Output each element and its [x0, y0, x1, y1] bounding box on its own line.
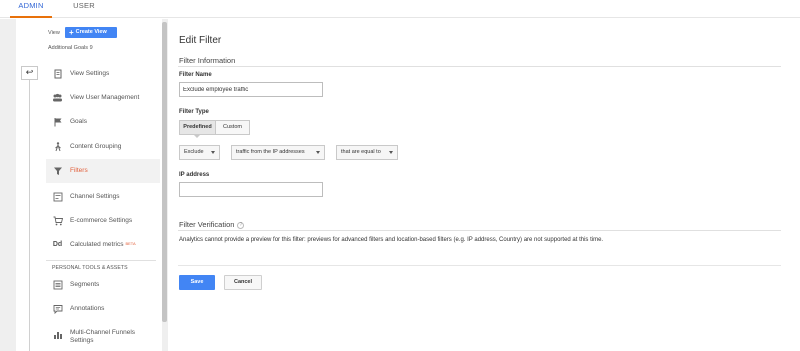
sidebar-item-label: Content Grouping [70, 143, 122, 150]
view-label: View [48, 30, 60, 36]
expression-dropdown[interactable]: that are equal to [336, 145, 398, 160]
personal-tools-heading: PERSONAL TOOLS & ASSETS [52, 265, 128, 271]
sidebar-item-ecommerce-settings[interactable]: E-commerce Settings [46, 209, 160, 233]
plus-icon: + [69, 28, 74, 37]
sidebar-item-label: Filters [70, 167, 88, 174]
cancel-button[interactable]: Cancel [224, 275, 262, 290]
sidebar-item-label: Multi-Channel Funnels Settings [70, 329, 136, 344]
tab-user[interactable]: USER [72, 0, 96, 18]
cart-icon [52, 216, 63, 226]
filter-name-input[interactable] [179, 82, 323, 97]
verification-divider [178, 230, 781, 231]
sidebar-item-label: Goals [70, 118, 87, 125]
save-button[interactable]: Save [179, 275, 215, 290]
filter-icon [52, 166, 63, 176]
sidebar-item-filters[interactable]: Filters [46, 159, 160, 183]
sidebar-item-label: View User Management [70, 94, 140, 101]
ip-address-label: IP address [179, 172, 210, 178]
actions-divider [178, 265, 781, 266]
sidebar-item-view-user-management[interactable]: View User Management [46, 86, 160, 110]
create-view-button[interactable]: + Create View [65, 27, 117, 38]
tab-admin[interactable]: ADMIN [10, 0, 52, 18]
source-dropdown-value: traffic from the IP addresses [236, 149, 305, 155]
sidebar-item-calculated-metrics[interactable]: Dd Calculated metrics BETA [46, 233, 160, 257]
person-walk-icon [52, 142, 63, 152]
sidebar-item-content-grouping[interactable]: Content Grouping [46, 135, 160, 159]
sidebar-item-annotations[interactable]: Annotations [46, 297, 160, 321]
nav-divider [46, 260, 156, 261]
document-icon [52, 69, 63, 79]
top-tabs: ADMIN USER [0, 0, 800, 18]
back-arrow-button[interactable]: ↩ [21, 66, 38, 80]
filter-name-label: Filter Name [179, 72, 212, 78]
chevron-down-icon [211, 151, 215, 154]
help-icon[interactable]: ? [237, 221, 245, 229]
sidebar-item-mcf-settings[interactable]: Multi-Channel Funnels Settings [46, 326, 160, 350]
people-icon [52, 93, 63, 103]
back-arrow-icon: ↩ [25, 67, 34, 77]
sidebar-scrollbar[interactable] [162, 22, 167, 322]
sidebar-item-label: View Settings [70, 70, 110, 77]
sidebar-item-label: Annotations [70, 305, 105, 312]
ip-address-input[interactable] [179, 182, 323, 197]
expression-dropdown-value: that are equal to [341, 149, 381, 155]
sidebar-item-view-settings[interactable]: View Settings [46, 62, 160, 86]
filter-information-heading: Filter Information [179, 56, 236, 65]
section-divider [178, 66, 781, 67]
chevron-down-icon [389, 151, 393, 154]
view-name: Additional Goals 9 [48, 45, 93, 51]
bar-chart-icon [52, 330, 63, 340]
filter-type-label: Filter Type [179, 109, 209, 115]
filter-verification-label: Filter Verification [179, 220, 235, 229]
exclude-dropdown-value: Exclude [184, 149, 204, 155]
source-dropdown[interactable]: traffic from the IP addresses [231, 145, 325, 160]
edit-filter-form: Edit Filter Filter Information Filter Na… [168, 19, 800, 351]
selected-caret [194, 135, 200, 138]
custom-button[interactable]: Custom [215, 120, 250, 135]
chevron-down-icon [316, 151, 320, 154]
dd-icon: Dd [52, 241, 63, 248]
sidebar-item-label: Channel Settings [70, 193, 120, 200]
flag-icon [52, 117, 63, 127]
beta-badge: BETA [125, 241, 136, 246]
sidebar-item-channel-settings[interactable]: Channel Settings [46, 185, 160, 209]
exclude-dropdown[interactable]: Exclude [179, 145, 220, 160]
create-view-label: Create View [75, 29, 107, 35]
sidebar-item-goals[interactable]: Goals [46, 110, 160, 134]
calculated-metrics-label: Calculated metrics [70, 241, 124, 248]
sidebar-item-segments[interactable]: Segments [46, 273, 160, 297]
sidebar-item-label: Calculated metrics BETA [70, 241, 136, 248]
segments-icon [52, 280, 63, 290]
page-title: Edit Filter [179, 35, 222, 46]
channel-icon [52, 192, 63, 202]
verification-message: Analytics cannot provide a preview for t… [179, 237, 604, 243]
sidebar-item-label: Segments [70, 281, 100, 288]
sidebar-item-label: E-commerce Settings [70, 217, 133, 224]
nav-guide-line [29, 80, 30, 351]
filter-verification-heading: Filter Verification? [179, 220, 245, 229]
predefined-button[interactable]: Predefined [179, 120, 216, 135]
annotation-icon [52, 304, 63, 315]
